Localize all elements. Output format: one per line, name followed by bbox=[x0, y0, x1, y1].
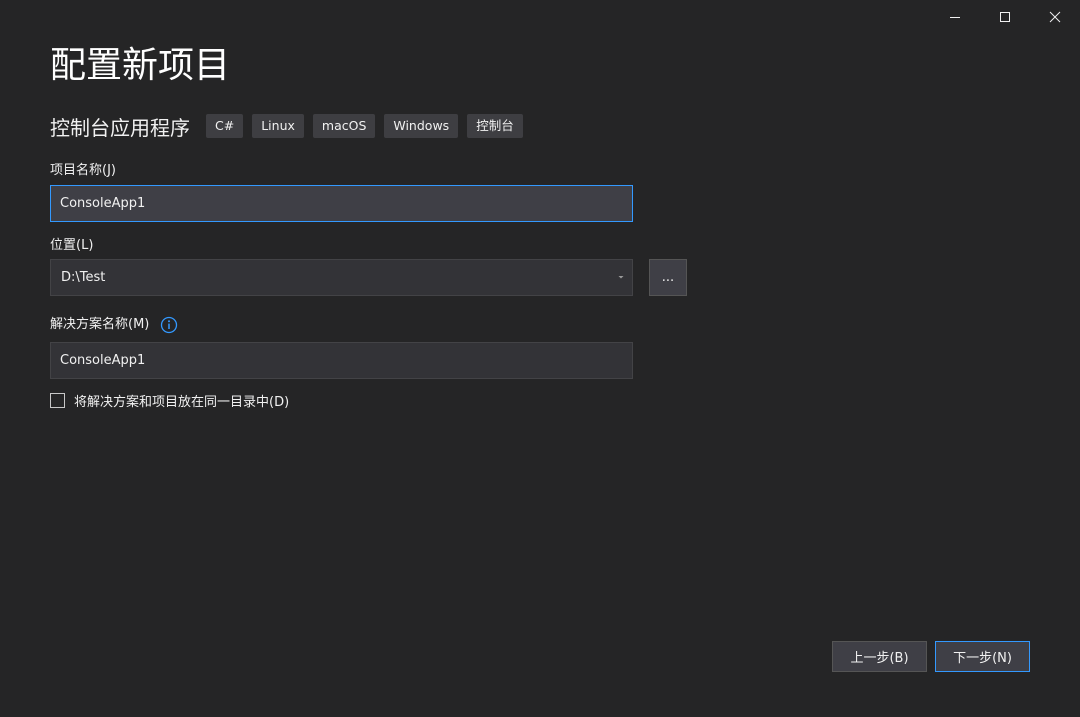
chevron-down-icon[interactable] bbox=[610, 260, 632, 295]
project-name-input[interactable] bbox=[50, 185, 633, 222]
location-combobox[interactable]: D:\Test bbox=[50, 259, 633, 296]
back-button[interactable]: 上一步(B) bbox=[832, 641, 927, 672]
solution-name-label-row: 解决方案名称(M) bbox=[50, 313, 178, 334]
info-icon[interactable] bbox=[160, 316, 178, 334]
page-title: 配置新项目 bbox=[50, 45, 231, 86]
minimize-icon bbox=[949, 11, 961, 23]
same-directory-checkbox[interactable] bbox=[50, 393, 65, 408]
template-name: 控制台应用程序 bbox=[50, 115, 190, 140]
tag-language: C# bbox=[206, 114, 244, 138]
tag-platform-windows: Windows bbox=[384, 114, 459, 138]
maximize-icon bbox=[999, 11, 1011, 23]
solution-name-input[interactable] bbox=[50, 342, 633, 379]
solution-name-label: 解决方案名称(M) bbox=[50, 317, 150, 332]
maximize-button[interactable] bbox=[980, 0, 1030, 34]
tag-platform-macos: macOS bbox=[312, 114, 376, 138]
close-icon bbox=[1049, 11, 1061, 23]
browse-button[interactable]: ... bbox=[649, 259, 687, 296]
same-directory-label: 将解决方案和项目放在同一目录中(D) bbox=[74, 395, 290, 410]
location-value: D:\Test bbox=[61, 270, 106, 285]
location-label: 位置(L) bbox=[50, 238, 94, 253]
close-button[interactable] bbox=[1030, 0, 1080, 34]
minimize-button[interactable] bbox=[930, 0, 980, 34]
tag-platform-linux: Linux bbox=[252, 114, 304, 138]
next-button[interactable]: 下一步(N) bbox=[935, 641, 1030, 672]
project-name-label: 项目名称(J) bbox=[50, 163, 116, 178]
same-directory-option[interactable]: 将解决方案和项目放在同一目录中(D) bbox=[50, 391, 289, 410]
configure-project-window: 配置新项目 控制台应用程序 C# Linux macOS Windows 控制台… bbox=[0, 0, 1080, 717]
tag-project-type: 控制台 bbox=[467, 114, 523, 138]
template-info: 控制台应用程序 C# Linux macOS Windows 控制台 bbox=[50, 112, 532, 140]
